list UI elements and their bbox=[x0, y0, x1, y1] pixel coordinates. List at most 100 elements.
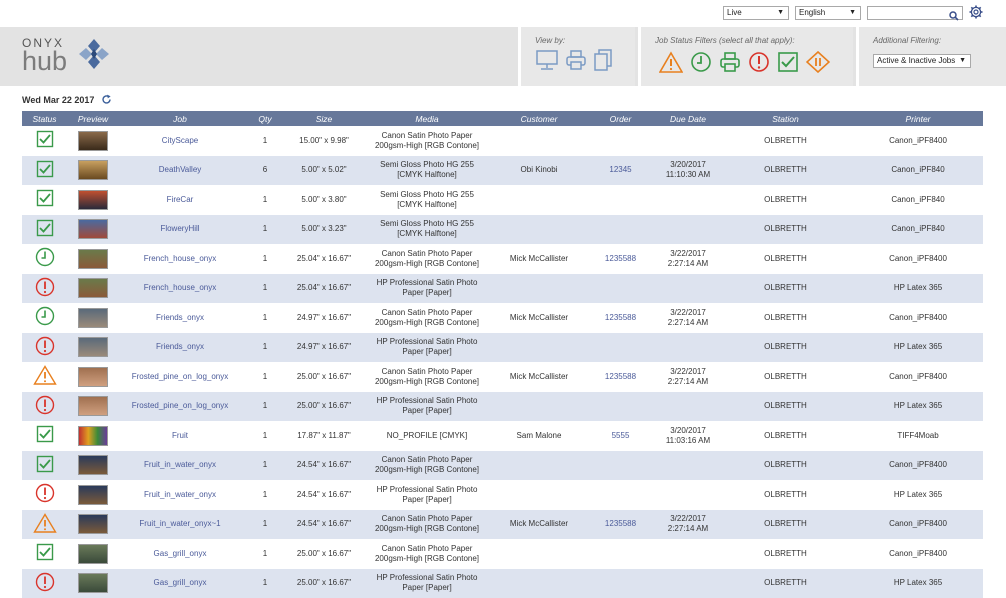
preview-thumbnail[interactable] bbox=[78, 367, 108, 387]
order-link[interactable]: 1235588 bbox=[583, 244, 658, 274]
job-name-link[interactable]: Fruit bbox=[119, 421, 241, 451]
printer-icon[interactable] bbox=[565, 49, 587, 76]
order-link[interactable] bbox=[583, 333, 658, 363]
refresh-icon[interactable] bbox=[101, 94, 112, 107]
monitor-icon[interactable] bbox=[535, 49, 559, 76]
preview-thumbnail[interactable] bbox=[78, 396, 108, 416]
order-link[interactable] bbox=[583, 451, 658, 481]
preview-thumbnail[interactable] bbox=[78, 190, 108, 210]
col-header-size[interactable]: Size bbox=[289, 111, 359, 126]
order-link[interactable]: 1235588 bbox=[583, 510, 658, 540]
col-header-media[interactable]: Media bbox=[359, 111, 495, 126]
col-header-order[interactable]: Order bbox=[583, 111, 658, 126]
col-header-qty[interactable]: Qty bbox=[241, 111, 289, 126]
job-name-link[interactable]: FireCar bbox=[119, 185, 241, 215]
status-cell bbox=[22, 392, 67, 422]
preview-thumbnail[interactable] bbox=[78, 278, 108, 298]
preview-thumbnail[interactable] bbox=[78, 249, 108, 269]
job-name-link[interactable]: Fruit_in_water_onyx bbox=[119, 480, 241, 510]
view-by-label: View by: bbox=[535, 36, 565, 45]
table-row[interactable]: French_house_onyx125.04" x 16.67"Canon S… bbox=[22, 244, 983, 274]
table-row[interactable]: Friends_onyx124.97" x 16.67"HP Professio… bbox=[22, 333, 983, 363]
preview-thumbnail[interactable] bbox=[78, 219, 108, 239]
order-link[interactable]: 12345 bbox=[583, 156, 658, 186]
order-link[interactable] bbox=[583, 274, 658, 304]
order-link[interactable] bbox=[583, 539, 658, 569]
preview-thumbnail[interactable] bbox=[78, 426, 108, 446]
search-input[interactable] bbox=[867, 6, 963, 20]
order-link[interactable]: 1235588 bbox=[583, 362, 658, 392]
preview-thumbnail[interactable] bbox=[78, 337, 108, 357]
col-header-status[interactable]: Status bbox=[22, 111, 67, 126]
col-header-station[interactable]: Station bbox=[718, 111, 853, 126]
table-row[interactable]: Frosted_pine_on_log_onyx125.00" x 16.67"… bbox=[22, 392, 983, 422]
gear-icon[interactable] bbox=[969, 5, 983, 24]
search-icon[interactable] bbox=[949, 8, 959, 26]
preview-thumbnail[interactable] bbox=[78, 160, 108, 180]
table-row[interactable]: Fruit_in_water_onyx124.54" x 16.67"HP Pr… bbox=[22, 480, 983, 510]
due-date-cell bbox=[658, 274, 718, 304]
col-header-customer[interactable]: Customer bbox=[495, 111, 583, 126]
preview-thumbnail[interactable] bbox=[78, 573, 108, 593]
preview-thumbnail[interactable] bbox=[78, 131, 108, 151]
table-row[interactable]: Fruit_in_water_onyx124.54" x 16.67"Canon… bbox=[22, 451, 983, 481]
order-link[interactable] bbox=[583, 569, 658, 598]
onyx-hub-logo[interactable]: ONYX hub bbox=[22, 37, 67, 73]
job-name-link[interactable]: Gas_grill_onyx bbox=[119, 539, 241, 569]
order-link[interactable] bbox=[583, 185, 658, 215]
table-row[interactable]: French_house_onyx125.04" x 16.67"HP Prof… bbox=[22, 274, 983, 304]
table-row[interactable]: Gas_grill_onyx125.00" x 16.67"HP Profess… bbox=[22, 569, 983, 598]
order-link[interactable] bbox=[583, 392, 658, 422]
job-name-link[interactable]: CityScape bbox=[119, 126, 241, 156]
order-link[interactable]: 1235588 bbox=[583, 303, 658, 333]
order-link[interactable] bbox=[583, 126, 658, 156]
job-name-link[interactable]: Friends_onyx bbox=[119, 303, 241, 333]
job-name-link[interactable]: Fruit_in_water_onyx~1 bbox=[119, 510, 241, 540]
order-link[interactable] bbox=[583, 215, 658, 245]
job-name-link[interactable]: Frosted_pine_on_log_onyx bbox=[119, 362, 241, 392]
col-header-printer[interactable]: Printer bbox=[853, 111, 983, 126]
error-icon bbox=[35, 572, 55, 595]
col-header-due-date[interactable]: Due Date bbox=[658, 111, 718, 126]
filter-clock-icon[interactable] bbox=[690, 51, 712, 78]
filter-hold-icon[interactable] bbox=[806, 51, 830, 78]
check-icon bbox=[36, 455, 54, 476]
job-name-link[interactable]: Fruit_in_water_onyx bbox=[119, 451, 241, 481]
mode-select[interactable]: Live ▼ bbox=[723, 6, 789, 20]
table-row[interactable]: DeathValley65.00" x 5.02"Semi Gloss Phot… bbox=[22, 156, 983, 186]
col-header-job[interactable]: Job bbox=[119, 111, 241, 126]
order-link[interactable] bbox=[583, 480, 658, 510]
table-row[interactable]: Fruit117.87" x 11.87"NO_PROFILE [CMYK]Sa… bbox=[22, 421, 983, 451]
filter-error-icon[interactable] bbox=[748, 51, 770, 78]
preview-thumbnail[interactable] bbox=[78, 455, 108, 475]
filter-printer-icon[interactable] bbox=[719, 51, 741, 78]
language-select[interactable]: English ▼ bbox=[795, 6, 861, 20]
job-name-link[interactable]: Frosted_pine_on_log_onyx bbox=[119, 392, 241, 422]
filter-warning-icon[interactable] bbox=[659, 51, 683, 78]
job-activity-select[interactable]: Active & Inactive Jobs ▼ bbox=[873, 54, 971, 68]
job-name-link[interactable]: French_house_onyx bbox=[119, 274, 241, 304]
customer-cell bbox=[495, 274, 583, 304]
table-row[interactable]: Fruit_in_water_onyx~1124.54" x 16.67"Can… bbox=[22, 510, 983, 540]
table-row[interactable]: FloweryHill15.00" x 3.23"Semi Gloss Phot… bbox=[22, 215, 983, 245]
filter-complete-icon[interactable] bbox=[777, 51, 799, 78]
table-row[interactable]: Friends_onyx124.97" x 16.67"Canon Satin … bbox=[22, 303, 983, 333]
table-row[interactable]: FireCar15.00" x 3.80"Semi Gloss Photo HG… bbox=[22, 185, 983, 215]
table-row[interactable]: CityScape115.00" x 9.98"Canon Satin Phot… bbox=[22, 126, 983, 156]
col-header-preview[interactable]: Preview bbox=[67, 111, 119, 126]
documents-icon[interactable] bbox=[593, 49, 613, 76]
job-name-link[interactable]: Gas_grill_onyx bbox=[119, 569, 241, 598]
order-link[interactable]: 5555 bbox=[583, 421, 658, 451]
table-row[interactable]: Gas_grill_onyx125.00" x 16.67"Canon Sati… bbox=[22, 539, 983, 569]
preview-thumbnail[interactable] bbox=[78, 308, 108, 328]
job-name-link[interactable]: DeathValley bbox=[119, 156, 241, 186]
preview-thumbnail[interactable] bbox=[78, 514, 108, 534]
qty-cell: 1 bbox=[241, 185, 289, 215]
table-row[interactable]: Frosted_pine_on_log_onyx125.00" x 16.67"… bbox=[22, 362, 983, 392]
job-name-link[interactable]: FloweryHill bbox=[119, 215, 241, 245]
job-name-link[interactable]: French_house_onyx bbox=[119, 244, 241, 274]
preview-thumbnail[interactable] bbox=[78, 544, 108, 564]
job-name-link[interactable]: Friends_onyx bbox=[119, 333, 241, 363]
size-cell: 24.54" x 16.67" bbox=[289, 480, 359, 510]
preview-thumbnail[interactable] bbox=[78, 485, 108, 505]
